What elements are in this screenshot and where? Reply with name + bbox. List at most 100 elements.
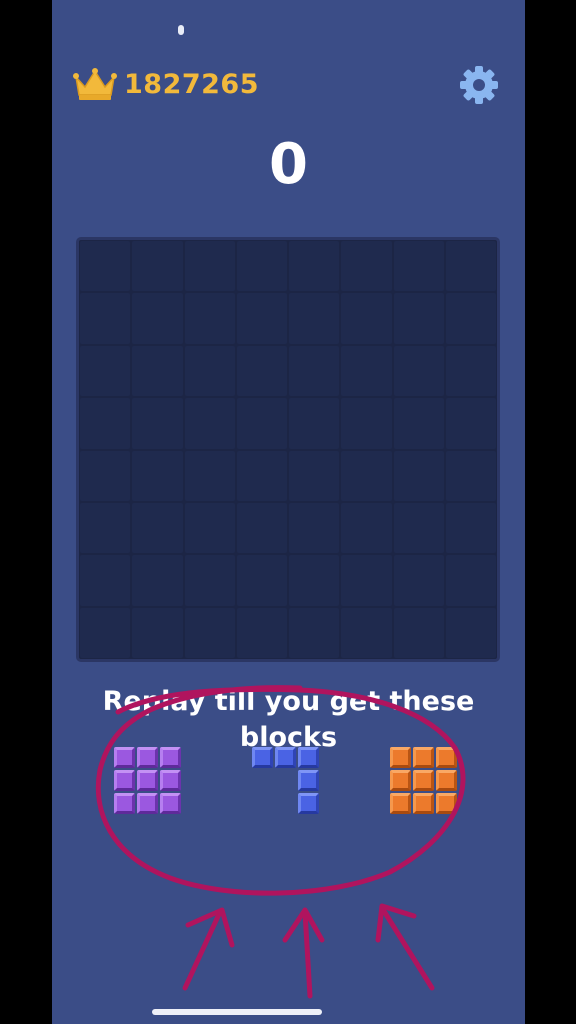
board-cell[interactable]	[80, 607, 131, 658]
hint-text: Replay till you get these blocks	[102, 686, 475, 753]
gear-icon[interactable]	[459, 65, 499, 105]
board-cell[interactable]	[184, 555, 235, 606]
empty-slot	[275, 770, 296, 791]
board-cell[interactable]	[236, 607, 287, 658]
board-cell[interactable]	[80, 555, 131, 606]
board-cell[interactable]	[393, 555, 444, 606]
board-cell[interactable]	[184, 241, 235, 292]
empty-slot	[252, 770, 273, 791]
board-cell[interactable]	[341, 450, 392, 501]
blue-block	[298, 747, 319, 768]
board-cell[interactable]	[236, 555, 287, 606]
home-indicator[interactable]	[152, 1009, 322, 1015]
board-cell[interactable]	[341, 345, 392, 397]
board-cell[interactable]	[289, 293, 340, 344]
board-cell[interactable]	[236, 345, 287, 397]
board-cell[interactable]	[289, 502, 340, 554]
orange-block	[436, 770, 457, 791]
purple-block	[114, 770, 135, 791]
board-cell[interactable]	[289, 345, 340, 397]
board-cell[interactable]	[80, 345, 131, 397]
orange-block	[413, 793, 434, 814]
board-cell[interactable]	[184, 502, 235, 554]
board-cell[interactable]	[132, 607, 183, 658]
board-cell[interactable]	[132, 502, 183, 554]
current-score: 0	[269, 132, 308, 197]
purple-block	[160, 793, 181, 814]
board-cell[interactable]	[184, 450, 235, 501]
purple-block	[114, 747, 135, 768]
board-cell[interactable]	[341, 398, 392, 449]
blue-block	[252, 747, 273, 768]
board-cell[interactable]	[184, 345, 235, 397]
board-cell[interactable]	[445, 345, 496, 397]
board-cell[interactable]	[393, 450, 444, 501]
purple-block	[137, 793, 158, 814]
piece-blue-corner[interactable]	[252, 747, 319, 814]
board-cell[interactable]	[445, 398, 496, 449]
purple-block	[137, 770, 158, 791]
board-cell[interactable]	[393, 607, 444, 658]
board-cell[interactable]	[184, 607, 235, 658]
board-cell[interactable]	[132, 241, 183, 292]
board-cell[interactable]	[236, 241, 287, 292]
board-cell[interactable]	[289, 450, 340, 501]
board-cell[interactable]	[341, 293, 392, 344]
board-cell[interactable]	[80, 293, 131, 344]
board-cell[interactable]	[236, 398, 287, 449]
board-cell[interactable]	[132, 345, 183, 397]
board-cell[interactable]	[132, 398, 183, 449]
board-cell[interactable]	[393, 345, 444, 397]
orange-block	[413, 770, 434, 791]
board-cell[interactable]	[393, 398, 444, 449]
board-cell[interactable]	[132, 450, 183, 501]
high-score-value: 1827265	[124, 68, 260, 100]
game-screen: 1827265 0 Replay till you get these bloc…	[52, 0, 525, 1024]
board-cell[interactable]	[393, 293, 444, 344]
board-cell[interactable]	[80, 241, 131, 292]
blue-block	[298, 770, 319, 791]
orange-block	[390, 770, 411, 791]
piece-purple-square[interactable]	[114, 747, 181, 814]
board-cell[interactable]	[341, 241, 392, 292]
board-cell[interactable]	[236, 450, 287, 501]
board-cell[interactable]	[445, 502, 496, 554]
blue-block	[298, 793, 319, 814]
orange-block	[436, 747, 457, 768]
orange-block	[413, 747, 434, 768]
purple-block	[160, 770, 181, 791]
board-cell[interactable]	[393, 241, 444, 292]
board-cell[interactable]	[445, 607, 496, 658]
board-cell[interactable]	[445, 555, 496, 606]
game-board[interactable]	[76, 237, 500, 662]
board-cell[interactable]	[132, 555, 183, 606]
purple-block	[137, 747, 158, 768]
board-cell[interactable]	[80, 502, 131, 554]
board-cell[interactable]	[289, 398, 340, 449]
board-cell[interactable]	[341, 555, 392, 606]
board-cell[interactable]	[236, 293, 287, 344]
status-indicator	[178, 25, 184, 35]
board-cell[interactable]	[184, 293, 235, 344]
board-cell[interactable]	[80, 398, 131, 449]
purple-block	[114, 793, 135, 814]
board-cell[interactable]	[445, 293, 496, 344]
orange-block	[390, 793, 411, 814]
piece-orange-square[interactable]	[390, 747, 457, 814]
board-cell[interactable]	[80, 450, 131, 501]
board-cell[interactable]	[289, 555, 340, 606]
board-cell[interactable]	[341, 607, 392, 658]
blue-block	[275, 747, 296, 768]
purple-block	[160, 747, 181, 768]
board-cell[interactable]	[393, 502, 444, 554]
orange-block	[436, 793, 457, 814]
board-cell[interactable]	[341, 502, 392, 554]
board-cell[interactable]	[445, 450, 496, 501]
board-cell[interactable]	[445, 241, 496, 292]
board-cell[interactable]	[132, 293, 183, 344]
board-cell[interactable]	[236, 502, 287, 554]
board-cell[interactable]	[184, 398, 235, 449]
empty-slot	[275, 793, 296, 814]
board-cell[interactable]	[289, 607, 340, 658]
board-cell[interactable]	[289, 241, 340, 292]
